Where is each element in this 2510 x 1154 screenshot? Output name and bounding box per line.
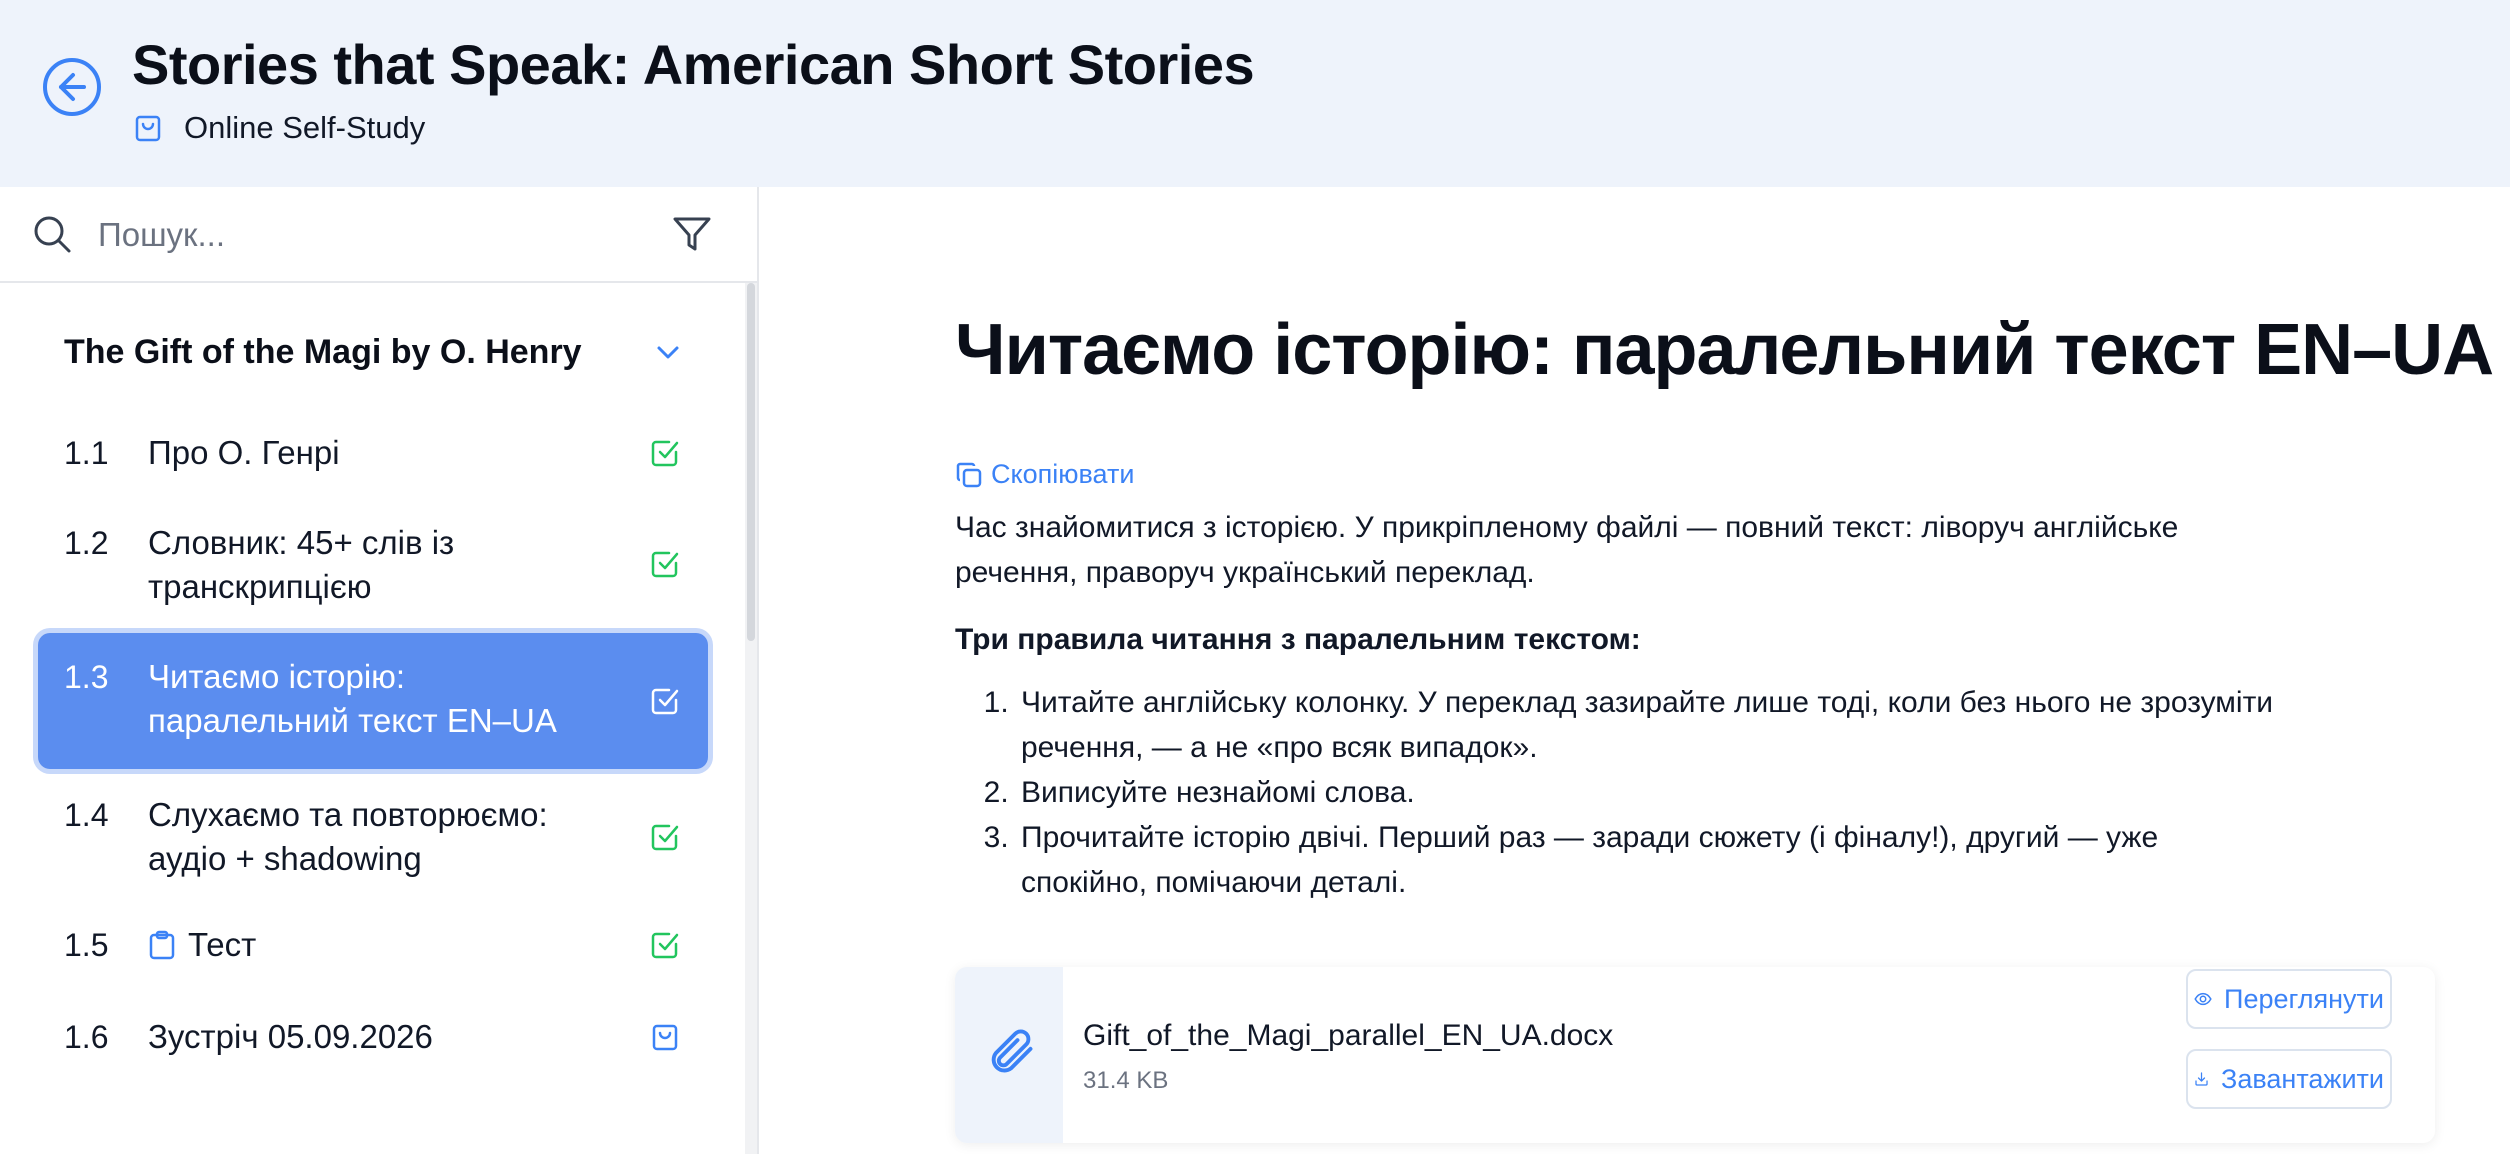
rule-item: Читайте англійську колонку. У переклад з… (1017, 680, 2279, 770)
lesson-label: Про О. Генрі (148, 434, 340, 471)
search-input[interactable] (96, 207, 620, 263)
section-header[interactable]: The Gift of the Magi by O. Henry (64, 325, 684, 379)
paperclip-icon (991, 1029, 1033, 1073)
copy-label: Скопіювати (991, 459, 1135, 489)
sidebar-lesson-1-4[interactable]: 1.4 Слухаємо та повторюємо: аудіо + shad… (38, 791, 708, 889)
sidebar-lesson-1-5[interactable]: 1.5 Тест (38, 915, 708, 975)
download-button[interactable]: Завантажити (2186, 1049, 2392, 1109)
lesson-content: Читаємо історію: паралельний текст EN–UA… (759, 187, 2510, 1154)
section-title: The Gift of the Magi by O. Henry (64, 332, 582, 371)
eye-icon (2194, 992, 2212, 1006)
sidebar-lesson-1-3[interactable]: 1.3 Читаємо історію: паралельний текст E… (38, 633, 708, 769)
intro-text: Час знайомитися з історією. У прикріплен… (955, 511, 2179, 589)
lesson-number: 1.2 (64, 525, 109, 561)
rule-item: Прочитайте історію двічі. Перший раз — з… (1017, 815, 2279, 905)
sidebar-lesson-1-2[interactable]: 1.2 Словник: 45+ слів із транскрипцією (38, 515, 708, 613)
sidebar-lesson-1-1[interactable]: 1.1 Про О. Генрі (38, 423, 708, 483)
shopping-bag-icon (135, 115, 161, 142)
course-type: Online Self-Study (132, 108, 425, 148)
filter-funnel-icon[interactable] (672, 214, 712, 254)
copy-button[interactable]: Скопіювати (955, 459, 1134, 490)
lesson-label: Зустріч 05.09.2026 (148, 1018, 433, 1055)
lesson-label: Словник: 45+ слів із транскрипцією (148, 524, 455, 605)
shopping-bag-icon (652, 1024, 678, 1051)
attachment-size: 31.4 KB (1083, 1067, 1169, 1094)
lesson-label: Тест (188, 926, 257, 963)
course-type-label: Online Self-Study (184, 110, 426, 145)
check-square-icon (651, 688, 679, 715)
lesson-sidebar: The Gift of the Magi by O. Henry 1.1 Про… (0, 187, 759, 1154)
back-button[interactable] (42, 57, 102, 117)
lesson-number: 1.1 (64, 435, 109, 471)
lesson-number: 1.4 (64, 797, 109, 833)
check-square-icon (651, 440, 679, 467)
sidebar-lesson-1-6[interactable]: 1.6 Зустріч 05.09.2026 (38, 1007, 708, 1067)
download-label: Завантажити (2221, 1063, 2384, 1094)
lesson-number: 1.5 (64, 927, 109, 963)
view-button[interactable]: Переглянути (2186, 969, 2392, 1029)
lesson-title: Читаємо історію: паралельний текст EN–UA (955, 310, 2494, 390)
copy-icon (956, 462, 982, 487)
arrow-left-circle-icon (43, 58, 101, 116)
rules-list: Читайте англійську колонку. У переклад з… (955, 680, 2279, 905)
attachment-card: Gift_of_the_Magi_parallel_EN_UA.docx 31.… (955, 967, 2435, 1143)
lesson-label: Читаємо історію: паралельний текст EN–UA (148, 658, 557, 739)
rules-heading: Три правила читання з паралельним тексто… (955, 623, 1641, 656)
clipboard-icon (149, 930, 175, 960)
lesson-label: Слухаємо та повторюємо: аудіо + shadowin… (148, 796, 548, 877)
sidebar-scrollbar-thumb[interactable] (747, 283, 755, 641)
lesson-number: 1.3 (64, 659, 109, 695)
attachment-filename[interactable]: Gift_of_the_Magi_parallel_EN_UA.docx (1083, 1019, 1613, 1053)
search-icon (34, 216, 71, 253)
check-square-icon (651, 824, 679, 851)
search-bar (0, 187, 757, 283)
lesson-label-wrap: Тест (148, 923, 598, 967)
lesson-number: 1.6 (64, 1019, 109, 1055)
rule-item: Виписуйте незнайомі слова. (1017, 770, 2279, 815)
course-header: Stories that Speak: American Short Stori… (0, 0, 2510, 187)
attachment-icon-box (955, 967, 1063, 1143)
view-label: Переглянути (2224, 983, 2384, 1014)
course-title: Stories that Speak: American Short Stori… (132, 33, 1255, 96)
check-square-icon (651, 932, 679, 959)
check-square-icon (651, 551, 679, 578)
chevron-down-icon[interactable] (652, 336, 684, 368)
download-icon (2195, 1072, 2208, 1086)
